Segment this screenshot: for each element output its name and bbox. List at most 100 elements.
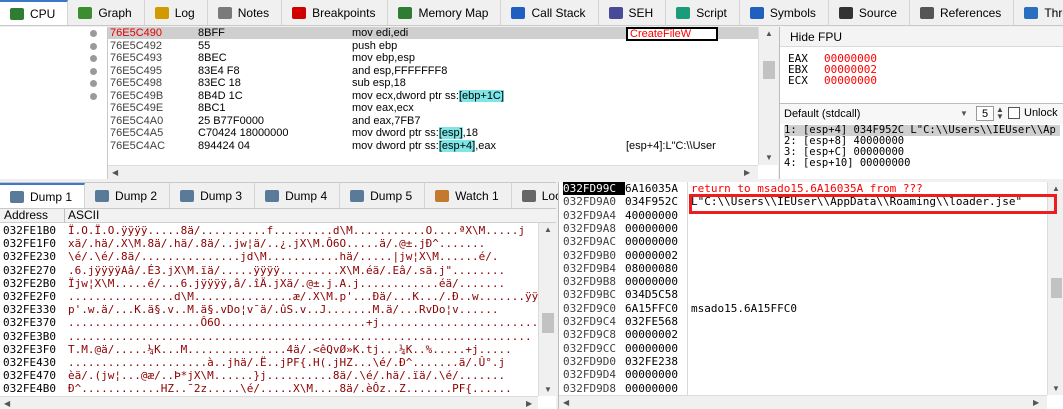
disassembly-row[interactable]: 76E5C49B 8B4D 1C mov ecx,dword ptr ss:[ebp… <box>108 89 758 102</box>
stack-row[interactable]: 032FD9BC 034D5C58 <box>559 288 1047 301</box>
scroll-down-icon[interactable]: ▼ <box>544 385 552 394</box>
dump-row[interactable]: 032FE1F0 xä/.hä/.X\M.8ä/.hä/.8ä/..jw¦ä/..… <box>0 237 540 250</box>
dump-row[interactable]: 032FE330 p'.w.ä/...K.ä§.v..M.ä§.vDo¦v¯ä/.… <box>0 303 540 316</box>
breakpoint-dot-icon[interactable] <box>90 67 97 75</box>
tab-memory-map[interactable]: Memory Map <box>388 0 502 25</box>
breakpoint-dot-icon[interactable] <box>90 80 97 87</box>
dump-row[interactable]: 032FE2F0 ................d\M.............… <box>0 290 540 303</box>
tab-source[interactable]: Source <box>829 0 910 25</box>
tab-seh[interactable]: SEH <box>599 0 667 25</box>
disassembly-row[interactable]: 76E5C495 83E4 F8 and esp,FFFFFFF8 <box>108 65 758 77</box>
dump-row[interactable]: 032FE4B0 Ð^............HZ..¯2z.....\é/...… <box>0 382 540 395</box>
tab-references[interactable]: References <box>910 0 1015 25</box>
dump-row[interactable]: 032FE230 \é/.\é/.8ä/...............jd\M..… <box>0 250 540 263</box>
stack-horizontal-scrollbar[interactable]: ◀ ▶ <box>559 395 1047 409</box>
stack-row[interactable]: 032FD9B0 00000002 <box>559 249 1047 262</box>
dump-row[interactable]: 032FE2B0 Ïjw¦X\M.....é/...6.jÿÿÿÿ,â/.îÄ.j… <box>0 277 540 290</box>
argument-row[interactable]: 1: [esp+4] 034F952C L"C:\\Users\\IEUser\… <box>784 125 1060 136</box>
dump-row[interactable]: 032FE430 .....................à..jhä/.Ë..… <box>0 356 540 369</box>
ascii-column-header[interactable]: ASCII <box>68 209 99 222</box>
dump-row[interactable]: 032FE1B0 Ï.O.Ï.O.ÿÿÿÿ.....8ä/..........f.… <box>0 224 540 237</box>
stack-row[interactable]: 032FD9B4 08000080 <box>559 262 1047 275</box>
breakpoint-dot-icon[interactable] <box>90 55 97 62</box>
disassembly-row[interactable]: 76E5C4A5 C70424 18000000 mov dword ptr ss:… <box>108 127 758 139</box>
disassembly-pane[interactable]: 76E5C490 8BFF mov edi,edi 76E5C492 55 push eb… <box>0 27 778 179</box>
tab-dump-1[interactable]: Dump 1 <box>0 183 86 208</box>
tab-symbols[interactable]: Symbols <box>740 0 829 25</box>
stack-row[interactable]: 032FD9B8 00000000 <box>559 275 1047 288</box>
tab-dump-4[interactable]: Dump 4 <box>255 183 341 208</box>
api-label-box: CreateFileW <box>626 27 718 41</box>
argument-row[interactable]: 2: [esp+8] 40000000 <box>784 136 1060 147</box>
scroll-left-icon[interactable]: ◀ <box>563 398 569 407</box>
spinner-icon[interactable]: ▲ ▼ <box>996 106 1004 121</box>
scroll-right-icon[interactable]: ▶ <box>1033 398 1039 407</box>
tab-dump-5[interactable]: Dump 5 <box>340 183 426 208</box>
stack-row[interactable]: 032FD9A8 00000000 <box>559 222 1047 235</box>
scroll-up-icon[interactable]: ▲ <box>765 29 773 38</box>
scroll-left-icon[interactable]: ◀ <box>112 168 118 177</box>
tab-dump-3[interactable]: Dump 3 <box>170 183 256 208</box>
address-column-header[interactable]: Address <box>4 209 48 222</box>
breakpoint-dot-icon[interactable] <box>90 42 97 50</box>
disassembly-vertical-scrollbar[interactable]: ▲ ▼ <box>758 27 778 165</box>
dump-horizontal-scrollbar[interactable]: ◀ ▶ <box>0 396 538 409</box>
scroll-right-icon[interactable]: ▶ <box>526 399 532 408</box>
breakpoint-dot-icon[interactable] <box>90 92 97 100</box>
disassembly-row[interactable]: 76E5C49E 8BC1 mov eax,ecx <box>108 102 758 114</box>
tab-call-stack[interactable]: Call Stack <box>501 0 599 25</box>
scroll-up-icon[interactable]: ▲ <box>544 225 552 234</box>
disassembly-row[interactable]: 76E5C498 83EC 18 sub esp,18 <box>108 77 758 89</box>
cpu-icon <box>10 7 24 20</box>
scroll-thumb[interactable] <box>1051 278 1062 298</box>
seh-icon <box>608 6 623 19</box>
scroll-left-icon[interactable]: ◀ <box>4 399 10 408</box>
disassembly-row[interactable]: 76E5C492 55 push ebp <box>108 40 758 52</box>
stack-row[interactable]: 032FD9C8 00000002 <box>559 328 1047 341</box>
stack-row[interactable]: 032FD9D4 00000000 <box>559 368 1047 381</box>
call-convention-select[interactable]: Default (stdcall) <box>784 108 860 120</box>
tab-label: CPU <box>30 6 56 21</box>
disassembly-row[interactable]: 76E5C4AC 894424 04 mov dword ptr ss:[esp+4… <box>108 139 758 152</box>
chevron-down-icon[interactable]: ▼ <box>960 109 968 118</box>
argument-row[interactable]: 4: [esp+10] 00000000 <box>784 158 1060 169</box>
stack-row[interactable]: 032FD9C0 6A15FFC0 msado15.6A15FFC0 <box>559 302 1047 315</box>
dump-row[interactable]: 032FE270 .6.jÿÿÿÿAâ/.É3.jX\M.ïä/.....ÿÿÿÿ… <box>0 264 540 277</box>
disassembly-row[interactable]: 76E5C4A0 25 B77F0000 and eax,7FB7 <box>108 115 758 127</box>
argument-row[interactable]: 3: [esp+C] 00000000 <box>784 147 1060 158</box>
scroll-up-icon[interactable]: ▲ <box>1052 184 1060 193</box>
breakpoint-dot-icon[interactable] <box>90 30 97 37</box>
scroll-thumb[interactable] <box>542 313 554 333</box>
tab-notes[interactable]: Notes <box>208 0 283 25</box>
tab-watch-1[interactable]: Watch 1 <box>425 183 512 208</box>
dump-row[interactable]: 032FE370 ....................Ô6O.........… <box>0 316 540 329</box>
stack-row[interactable]: 032FD9C4 032FE568 <box>559 315 1047 328</box>
instruction-text: push ebp <box>352 39 398 52</box>
disassembly-horizontal-scrollbar[interactable]: ◀ ▶ <box>108 165 758 179</box>
tab-graph[interactable]: Graph <box>68 0 145 25</box>
scroll-down-icon[interactable]: ▼ <box>1052 384 1060 393</box>
disassembly-row[interactable]: 76E5C493 8BEC mov ebp,esp <box>108 52 758 64</box>
stack-row[interactable]: 032FD9CC 00000000 <box>559 342 1047 355</box>
scroll-right-icon[interactable]: ▶ <box>744 168 750 177</box>
dump-row[interactable]: 032FE3F0 T.M.@ä/.....¼K...M..............… <box>0 343 540 356</box>
stack-row[interactable]: 032FD9D8 00000000 <box>559 382 1047 395</box>
hide-fpu-button[interactable]: Hide FPU <box>790 30 842 44</box>
stack-row[interactable]: 032FD9AC 00000000 <box>559 235 1047 248</box>
dump-vertical-scrollbar[interactable]: ▲ ▼ <box>538 223 556 396</box>
tab-dump-2[interactable]: Dump 2 <box>85 183 171 208</box>
scroll-thumb[interactable] <box>763 61 775 79</box>
unlock-checkbox[interactable] <box>1008 107 1020 119</box>
tab-threads[interactable]: Threads <box>1014 0 1063 25</box>
tab-log[interactable]: Log <box>145 0 208 25</box>
arg-count-field[interactable]: 5 <box>976 106 994 121</box>
dump-row[interactable]: 032FE470 èä/.(jw¦...@æ/..Þ*jX\M......}j..… <box>0 369 540 382</box>
stack-row[interactable]: 032FD9D0 032FE238 <box>559 355 1047 368</box>
dump-pane[interactable]: Address ASCII 032FE1B0 Ï.O.Ï.O.ÿÿÿÿ.....8… <box>0 208 556 409</box>
tab-cpu[interactable]: CPU <box>0 0 69 25</box>
stack-pane[interactable]: 032FD99C 6A16035A return to msado15.6A1603… <box>558 182 1063 409</box>
dump-row[interactable]: 032FE3B0................................… <box>0 330 540 343</box>
scroll-down-icon[interactable]: ▼ <box>765 153 773 162</box>
tab-breakpoints[interactable]: Breakpoints <box>282 0 389 25</box>
tab-script[interactable]: Script <box>666 0 740 25</box>
